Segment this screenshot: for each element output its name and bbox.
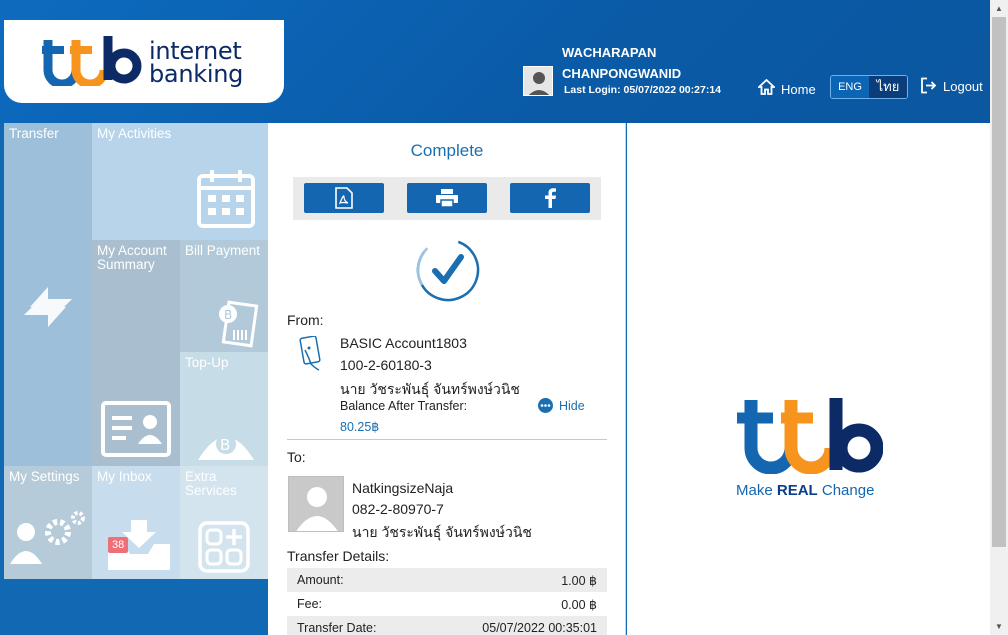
- tagline-post: Change: [817, 482, 875, 499]
- scroll-down-arrow[interactable]: ▼: [990, 618, 1008, 635]
- home-icon: [758, 79, 775, 95]
- language-switch[interactable]: ENG ไทย: [830, 75, 908, 99]
- from-account-name: BASIC Account1803: [340, 335, 467, 351]
- inbox-badge: 38: [108, 537, 129, 553]
- page-scrollbar[interactable]: ▲ ▼: [990, 0, 1008, 635]
- scroll-thumb[interactable]: [992, 17, 1006, 547]
- balance-value: 80.25฿: [340, 420, 380, 434]
- recipient-avatar: [288, 476, 344, 532]
- recipient-name: NatkingsizeNaja: [352, 480, 454, 496]
- scroll-up-arrow[interactable]: ▲: [990, 0, 1008, 17]
- balance-label: Balance After Transfer:: [340, 399, 468, 413]
- settings-gear-icon: [10, 511, 85, 564]
- lang-eng-option[interactable]: ENG: [831, 76, 869, 98]
- recipient-owner: นาย วัชระพันธุ์ จันทร์พงษ์วนิช: [352, 524, 532, 540]
- calendar-icon: [197, 170, 255, 228]
- tagline-pre: Make: [736, 482, 777, 499]
- from-label: From:: [287, 312, 324, 328]
- person-icon: [528, 72, 550, 95]
- user-last-name: CHANPONGWANID: [562, 66, 682, 81]
- menu-tiles: Transfer My Activities My Account Summar…: [4, 123, 268, 579]
- tile-top-up[interactable]: Top-Up B: [180, 352, 268, 466]
- save-pdf-button[interactable]: [304, 183, 384, 213]
- tile-transfer-label: Transfer: [9, 126, 59, 141]
- svg-text:B: B: [220, 436, 230, 454]
- share-actions-bar: [293, 177, 601, 220]
- transfer-details-label: Transfer Details:: [287, 548, 390, 564]
- print-button[interactable]: [407, 183, 487, 213]
- id-card-icon: [101, 401, 171, 457]
- ttb-brand-logo: [737, 398, 883, 474]
- detail-row-transfer-date: Transfer Date: 05/07/2022 00:35:01: [287, 616, 607, 635]
- tile-extra-services-label: Extra Services: [185, 469, 237, 498]
- detail-row-amount: Amount: 1.00 ฿: [287, 568, 607, 592]
- from-account-number: 100-2-60180-3: [340, 357, 432, 373]
- user-name: WACHARAPAN CHANPONGWANID: [562, 42, 681, 84]
- user-avatar: [523, 66, 553, 96]
- status-title: Complete: [410, 141, 484, 160]
- tile-bill-payment[interactable]: Bill Payment B: [180, 240, 268, 352]
- hide-label: Hide: [559, 398, 585, 413]
- printer-icon: [436, 189, 458, 208]
- detail-row-fee: Fee: 0.00 ฿: [287, 592, 607, 616]
- detail-label: Amount:: [297, 573, 344, 587]
- user-first-name: WACHARAPAN: [562, 45, 657, 60]
- tile-my-activities-label: My Activities: [97, 126, 172, 141]
- ttb-logo-mark: [42, 36, 142, 86]
- logout-icon: [921, 77, 937, 94]
- logo-text-line2: banking: [149, 60, 244, 88]
- hide-balance-toggle[interactable]: Hide: [538, 398, 585, 413]
- last-login: Last Login: 05/07/2022 00:27:14: [564, 84, 721, 96]
- tile-extra-services[interactable]: Extra Services: [180, 466, 268, 579]
- brand-panel: Make REAL Change: [627, 123, 990, 635]
- from-account-owner: นาย วัชระพันธุ์ จันทร์พงษ์วนิช: [340, 381, 520, 397]
- detail-value: 1.00 ฿: [561, 573, 597, 588]
- pdf-icon: [335, 187, 353, 209]
- logout-label: Logout: [943, 79, 983, 94]
- svg-text:B: B: [224, 308, 232, 322]
- logo-text: internet banking: [149, 39, 244, 88]
- ttb-logo[interactable]: internet banking: [4, 20, 284, 103]
- transfer-result-panel: Complete From: BASIC Account1803 100-2-6…: [268, 123, 626, 635]
- facebook-icon: [545, 188, 556, 208]
- detail-value: 05/07/2022 00:35:01: [482, 621, 597, 635]
- tile-my-activities[interactable]: My Activities: [92, 123, 268, 240]
- person-silhouette-icon: [289, 477, 343, 531]
- tagline-bold: REAL: [776, 482, 818, 499]
- detail-value: 0.00 ฿: [561, 597, 597, 612]
- facebook-share-button[interactable]: [510, 183, 590, 213]
- to-label: To:: [287, 449, 306, 465]
- recipient-account-number: 082-2-80970-7: [352, 501, 444, 517]
- brand-tagline: Make REAL Change: [736, 482, 874, 499]
- tile-my-settings[interactable]: My Settings: [4, 466, 92, 579]
- home-link[interactable]: Home: [758, 77, 816, 97]
- tile-my-inbox[interactable]: My Inbox 38: [92, 466, 180, 579]
- bill-icon: B: [219, 300, 259, 348]
- tile-top-up-label: Top-Up: [185, 355, 229, 370]
- home-label: Home: [781, 82, 816, 97]
- more-dots-icon: [538, 398, 553, 413]
- detail-label: Transfer Date:: [297, 621, 377, 635]
- transfer-arrows-icon: [24, 287, 72, 327]
- tile-bill-payment-label: Bill Payment: [185, 243, 261, 258]
- coin-icon: B: [198, 434, 254, 460]
- header-bar: internet banking WACHARAPAN CHANPONGWANI…: [0, 0, 990, 123]
- detail-label: Fee:: [297, 597, 323, 611]
- apps-grid-icon: [198, 521, 250, 573]
- tile-my-inbox-label: My Inbox: [97, 469, 152, 484]
- success-check-icon: [416, 238, 480, 302]
- tile-my-settings-label: My Settings: [9, 469, 80, 484]
- logout-link[interactable]: Logout: [920, 77, 983, 94]
- section-divider: [287, 439, 607, 440]
- tile-transfer[interactable]: Transfer: [4, 123, 92, 466]
- tile-my-account-summary[interactable]: My Account Summary: [92, 240, 180, 466]
- tile-my-account-summary-label: My Account Summary: [97, 243, 167, 272]
- account-card-icon: [299, 336, 321, 371]
- lang-thai-option[interactable]: ไทย: [869, 76, 907, 98]
